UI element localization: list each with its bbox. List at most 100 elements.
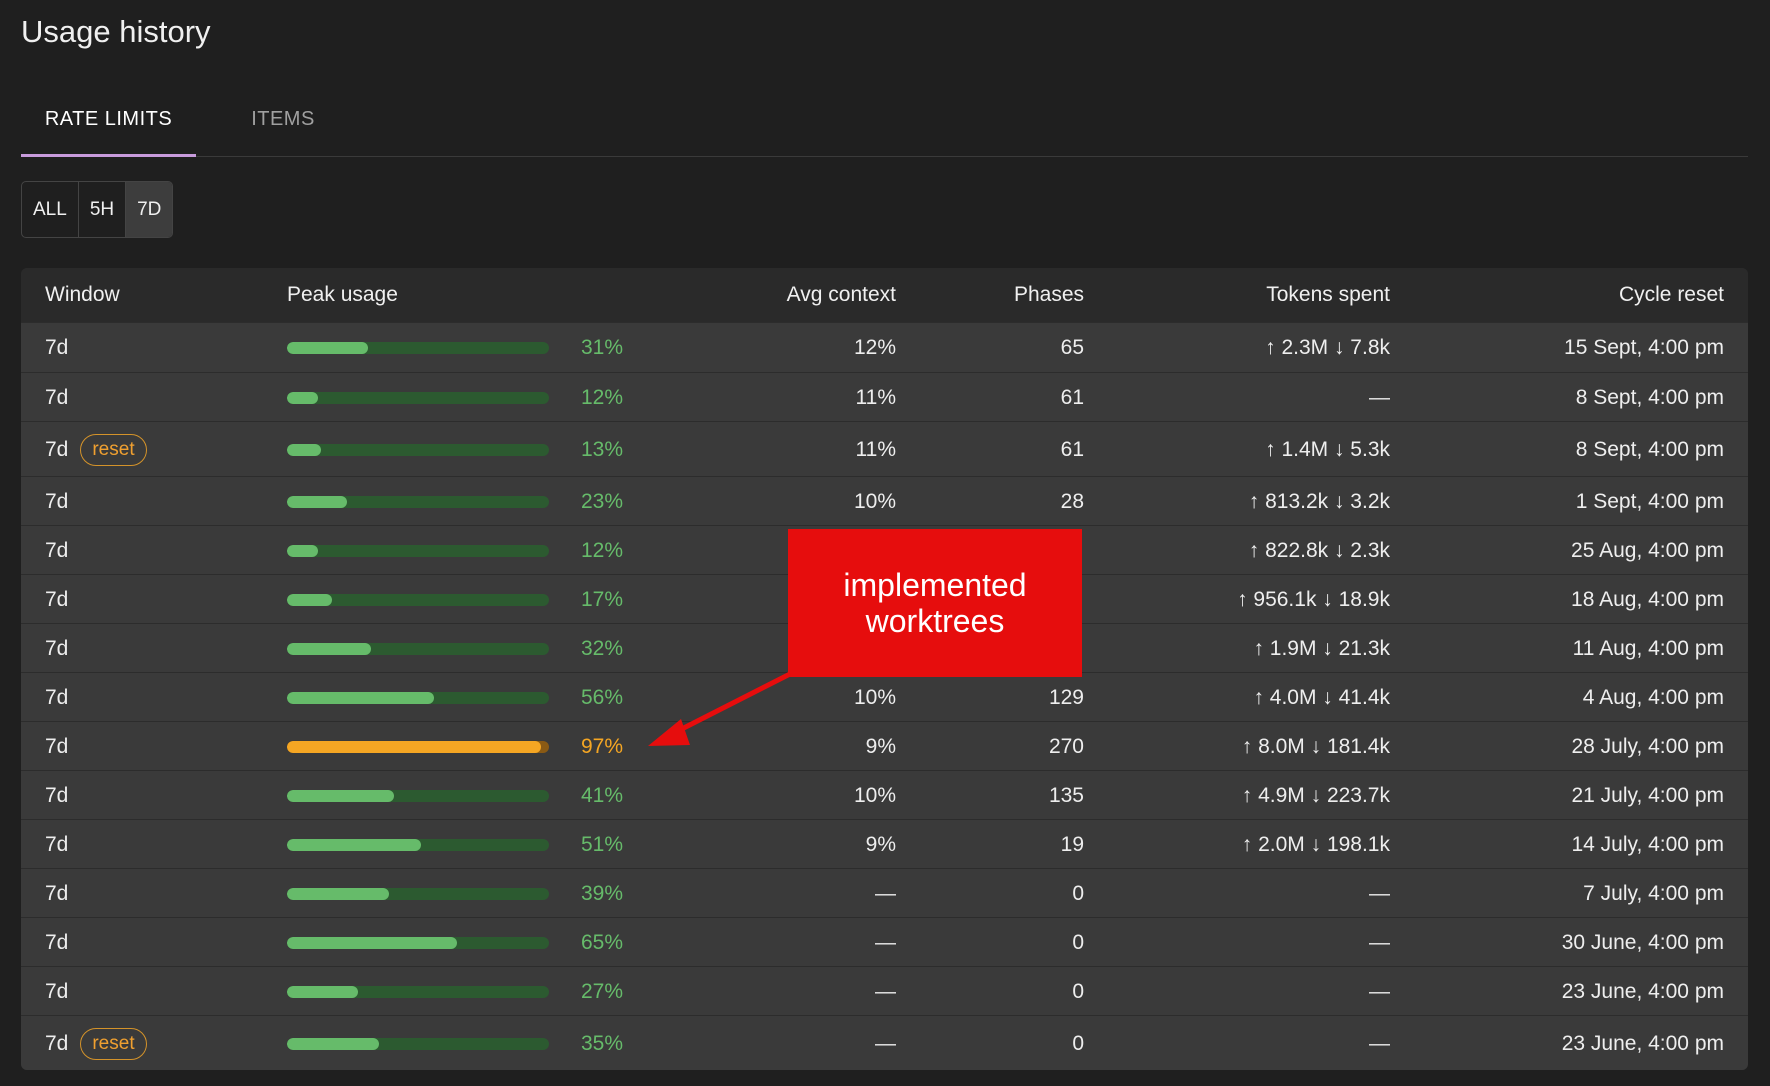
page-title: Usage history — [21, 14, 211, 49]
peak-usage-bar — [287, 985, 549, 998]
window-label: 7d — [45, 881, 69, 905]
header-cycle-reset[interactable]: Cycle reset — [1619, 268, 1724, 322]
filter-7d-button[interactable]: 7D — [126, 182, 173, 237]
tokens-spent-value: — — [1369, 979, 1390, 1003]
window-label: 7d — [45, 336, 69, 359]
peak-usage-percent: 13% — [581, 437, 624, 461]
peak-usage-fill — [287, 544, 319, 557]
table-row: 7d 23% 10% 28 ↑ 813.2k ↓ 3.2k 1 Sept, 4:00 pm — [21, 476, 1748, 526]
cycle-reset-value: 21 July, 4:00 pm — [1571, 783, 1724, 807]
cell-peak-bar — [287, 820, 549, 869]
table-row: 7d 65% — 0 — 30 June, 4:00 pm — [21, 917, 1748, 967]
phases-value: 0 — [1072, 1031, 1084, 1055]
cell-window: 7d — [45, 526, 68, 575]
peak-usage-fill — [287, 642, 371, 655]
peak-usage-bar — [287, 593, 549, 606]
peak-usage-bar — [287, 544, 549, 557]
window-label: 7d — [45, 636, 69, 660]
cell-window: 7d — [45, 624, 68, 673]
tab-items[interactable]: ITEMS — [208, 92, 358, 154]
peak-usage-percent: 23% — [581, 489, 624, 513]
avg-context-value: 9% — [865, 832, 896, 856]
cell-window: 7d — [45, 869, 68, 918]
peak-usage-percent: 35% — [581, 1031, 624, 1055]
cell-peak-bar — [287, 323, 549, 373]
phases-value: 0 — [1072, 881, 1084, 905]
filter-all-button[interactable]: ALL — [22, 182, 79, 237]
tokens-spent-value: ↑ 1.9M ↓ 21.3k — [1253, 636, 1390, 660]
peak-usage-percent: 12% — [581, 538, 624, 562]
tokens-spent-value: ↑ 2.0M ↓ 198.1k — [1241, 832, 1390, 856]
phases-value: 19 — [1060, 832, 1084, 856]
avg-context-value: — — [875, 979, 896, 1003]
cell-window: 7d — [45, 323, 68, 373]
peak-usage-percent: 31% — [581, 336, 624, 359]
avg-context-value: 10% — [853, 783, 896, 807]
peak-usage-percent: 51% — [581, 832, 624, 856]
cycle-reset-value: 7 July, 4:00 pm — [1583, 881, 1724, 905]
peak-usage-percent: 27% — [581, 979, 624, 1003]
cell-peak-bar — [287, 771, 549, 820]
cell-peak-bar — [287, 722, 549, 771]
peak-usage-bar — [287, 391, 549, 404]
cycle-reset-value: 23 June, 4:00 pm — [1561, 1031, 1724, 1055]
peak-usage-bar — [287, 838, 549, 851]
cell-window: 7d — [45, 575, 68, 624]
cell-window: 7d — [45, 373, 68, 422]
peak-usage-fill — [287, 936, 458, 949]
phases-value: 0 — [1072, 979, 1084, 1003]
window-label: 7d — [45, 587, 69, 611]
cycle-reset-value: 15 Sept, 4:00 pm — [1564, 336, 1724, 359]
cell-peak-bar — [287, 477, 549, 526]
cell-window: 7d — [45, 477, 68, 526]
avg-context-value: 12% — [853, 336, 896, 359]
cell-peak-bar — [287, 624, 549, 673]
table-row: 7d reset 13% 11% 61 ↑ 1.4M ↓ 5.3k 8 Sept, 4:00… — [21, 421, 1748, 477]
window-label: 7d — [45, 1031, 69, 1055]
phases-value: 61 — [1060, 385, 1084, 409]
peak-usage-bar — [287, 642, 549, 655]
peak-usage-percent: 97% — [581, 734, 624, 758]
peak-usage-bar — [287, 936, 549, 949]
window-label: 7d — [45, 734, 69, 758]
cycle-reset-value: 25 Aug, 4:00 pm — [1571, 538, 1724, 562]
header-tokens-spent[interactable]: Tokens spent — [1266, 268, 1390, 322]
avg-context-value: 10% — [853, 489, 896, 513]
peak-usage-bar — [287, 691, 549, 704]
header-phases[interactable]: Phases — [1014, 268, 1084, 322]
tokens-spent-value: ↑ 8.0M ↓ 181.4k — [1241, 734, 1390, 758]
header-peak-usage[interactable]: Peak usage — [287, 268, 398, 322]
cell-peak-bar — [287, 422, 549, 477]
tab-bar: RATE LIMITS ITEMS — [21, 92, 1748, 157]
header-window[interactable]: Window — [45, 268, 120, 322]
peak-usage-fill — [287, 342, 369, 354]
peak-usage-percent: 41% — [581, 783, 624, 807]
tab-rate-limits[interactable]: RATE LIMITS — [21, 92, 196, 157]
cycle-reset-value: 14 July, 4:00 pm — [1571, 832, 1724, 856]
window-label: 7d — [45, 437, 69, 461]
peak-usage-bar — [287, 1037, 549, 1050]
phases-value: 135 — [1048, 783, 1084, 807]
peak-usage-bar — [287, 443, 549, 456]
cell-peak-bar — [287, 373, 549, 422]
cell-peak-bar — [287, 1016, 549, 1070]
peak-usage-fill — [287, 391, 319, 404]
cell-window: 7d — [45, 722, 68, 771]
avg-context-value: — — [875, 881, 896, 905]
window-label: 7d — [45, 832, 69, 856]
filter-5h-button[interactable]: 5H — [79, 182, 127, 237]
peak-usage-fill — [287, 985, 358, 998]
header-avg-context[interactable]: Avg context — [787, 268, 896, 322]
avg-context-value: 11% — [855, 385, 896, 409]
avg-context-value: 11% — [855, 437, 896, 461]
peak-usage-fill — [287, 740, 542, 753]
tokens-spent-value: ↑ 822.8k ↓ 2.3k — [1248, 538, 1390, 562]
table-row: 7d 12% 11% 61 — 8 Sept, 4:00 pm — [21, 372, 1748, 422]
tokens-spent-value: ↑ 4.0M ↓ 41.4k — [1253, 685, 1390, 709]
tokens-spent-value: ↑ 2.3M ↓ 7.8k — [1265, 336, 1390, 359]
tokens-spent-value: ↑ 1.4M ↓ 5.3k — [1265, 437, 1390, 461]
peak-usage-fill — [287, 1037, 379, 1050]
window-label: 7d — [45, 930, 69, 954]
cell-window: 7d reset — [45, 1016, 147, 1070]
avg-context-value: 9% — [865, 734, 896, 758]
